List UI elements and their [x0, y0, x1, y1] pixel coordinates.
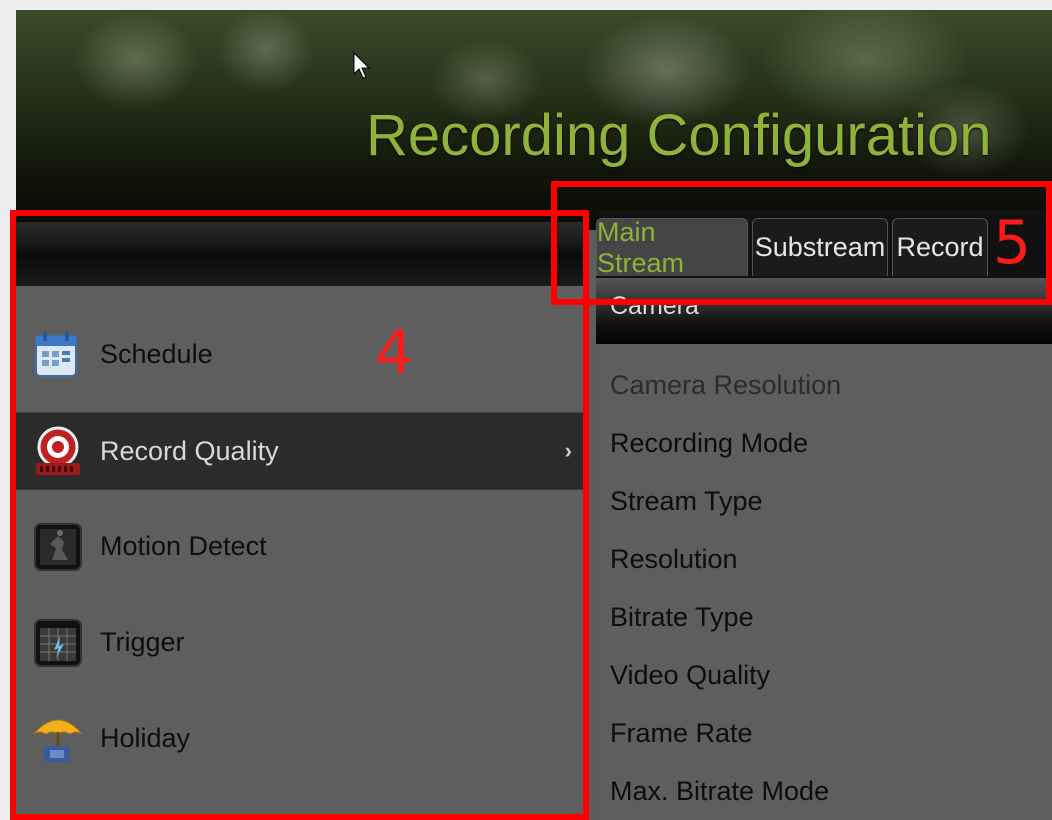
page-title: Recording Configuration	[366, 103, 992, 168]
settings-panel: Camera Resolution Recording Mode Stream …	[596, 344, 1052, 820]
annotation-number-tabs: 5	[993, 208, 1032, 278]
field-label-stream-type: Stream Type	[610, 486, 763, 516]
field-label-recording-mode: Recording Mode	[610, 428, 809, 458]
mouse-cursor-icon	[353, 52, 371, 79]
field-label-video-quality: Video Quality	[610, 660, 771, 690]
annotation-box-menu	[10, 210, 589, 820]
annotation-number-menu: 4	[375, 318, 414, 388]
field-label-max-bitrate-mode: Max. Bitrate Mode	[610, 776, 830, 806]
field-label-bitrate-type: Bitrate Type	[610, 602, 754, 632]
annotation-box-tabs	[551, 181, 1052, 305]
field-label-resolution: Resolution	[610, 544, 738, 574]
field-label-camera-resolution: Camera Resolution	[610, 370, 842, 400]
field-label-frame-rate: Frame Rate	[610, 718, 753, 748]
